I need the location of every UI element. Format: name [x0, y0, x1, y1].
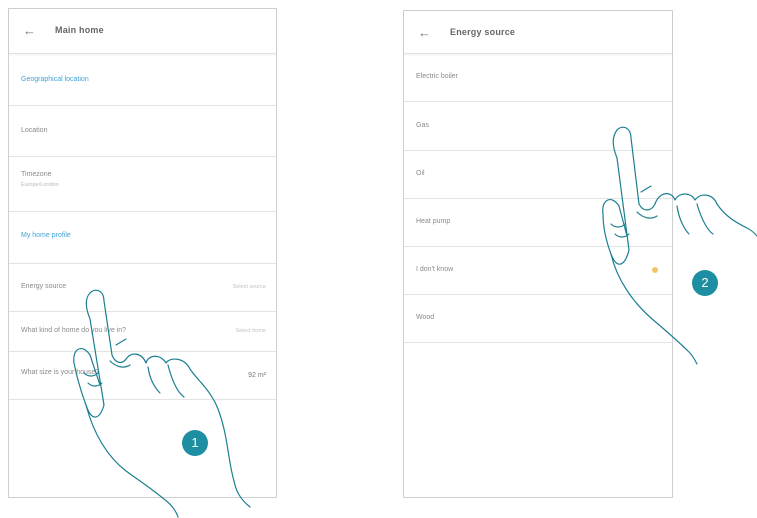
page-title: Energy source — [450, 27, 516, 37]
option-label: Heat pump — [416, 218, 451, 225]
timezone-value: Europe/London — [21, 182, 59, 188]
section-label: My home profile — [21, 232, 71, 239]
page-title: Main home — [55, 25, 104, 35]
option-label: I don't know — [416, 266, 454, 273]
section-my-home-profile: My home profile — [9, 212, 276, 264]
location-item[interactable]: Location — [9, 106, 276, 157]
arrow-left-icon[interactable]: ← — [23, 23, 39, 39]
option-label: Wood — [416, 314, 435, 321]
option-label: Electric boiler — [416, 73, 459, 80]
section-label: Geographical location — [21, 76, 89, 83]
option-label: Oil — [416, 170, 425, 177]
step-badge-1: 1 — [182, 430, 208, 456]
location-label: Location — [21, 127, 48, 134]
option-electric-boiler[interactable]: Electric boiler — [404, 54, 672, 102]
step-badge-2: 2 — [692, 270, 718, 296]
timezone-label: Timezone — [21, 171, 52, 178]
pointing-hand-icon — [73, 289, 251, 518]
option-label: Gas — [416, 122, 429, 129]
app-header: ← Energy source — [404, 11, 672, 54]
app-header: ← Main home — [9, 9, 276, 54]
pointing-hand-icon — [602, 126, 757, 365]
section-geographical-location: Geographical location — [9, 54, 276, 106]
timezone-item[interactable]: Timezone Europe/London — [9, 157, 276, 212]
arrow-left-icon[interactable]: ← — [418, 25, 434, 41]
